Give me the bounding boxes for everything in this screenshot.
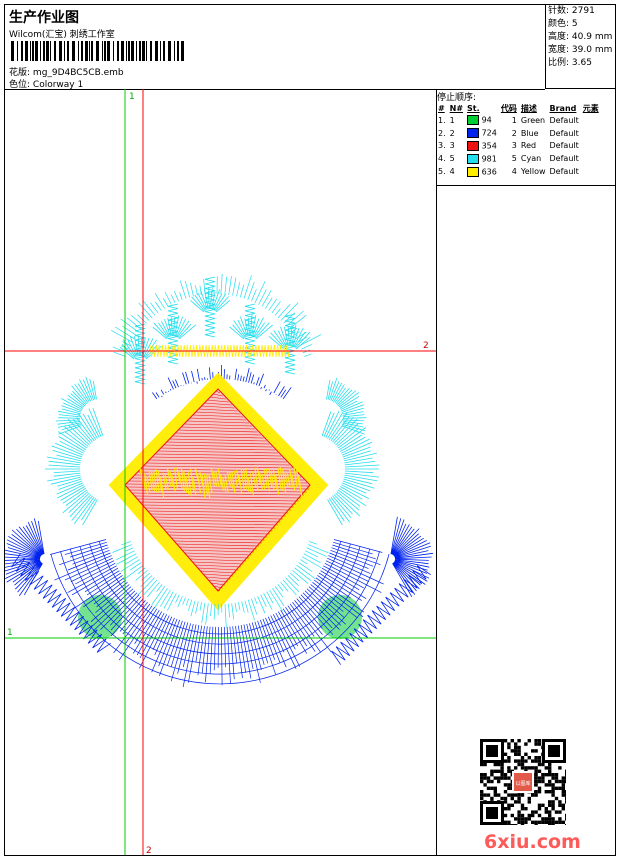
col-brand: Brand <box>549 103 577 113</box>
row-element <box>581 140 601 153</box>
color-row: 5. 4 636 4 Yellow Default <box>436 165 601 178</box>
cyan-right-curl <box>321 410 380 526</box>
col-num: # <box>438 103 445 113</box>
row-stitches: 636 <box>465 165 499 178</box>
color-table-header: # N# St. 代码 描述 Brand 元素 <box>436 102 601 114</box>
cyan-right-upper <box>326 377 367 435</box>
row-stitches: 354 <box>465 140 499 153</box>
qr-code: 以图库 <box>480 739 566 825</box>
green-right-shape <box>318 595 362 639</box>
stat-scale: 比例: 3.65 <box>548 58 592 68</box>
row-brand: Default <box>549 141 579 151</box>
guide-label-v2: 2 <box>146 846 152 855</box>
stat-colors: 颜色: 5 <box>548 19 578 29</box>
color-row: 3. 3 354 3 Red Default <box>436 140 601 153</box>
stat-stitches: 针数: 2791 <box>548 6 595 16</box>
row-code: 5 <box>511 154 517 164</box>
cyan-left-upper <box>55 376 97 435</box>
col-code: 代码 <box>500 103 517 113</box>
row-brand: Default <box>549 115 579 125</box>
color-swatch <box>467 140 480 151</box>
embroidery-design: 1 2 1 2 <box>5 89 436 855</box>
row-stitches: 981 <box>465 152 499 165</box>
page-title: 生产作业图 <box>9 10 79 26</box>
row-num: 4. <box>438 154 446 164</box>
header: 生产作业图 Wilcom(汇宝) 刺绣工作室 花版: mg_9D4BC5CB.e… <box>5 5 545 90</box>
row-code: 1 <box>511 115 517 125</box>
row-brand: Default <box>549 128 579 138</box>
color-swatch <box>467 166 480 177</box>
side-panel: 停止顺序: # N# St. 代码 描述 Brand 元素 1. 1 94 1 Gre… <box>436 89 615 855</box>
qr-stamp-text: 以图库 <box>515 780 530 787</box>
row-code: 2 <box>511 128 517 138</box>
row-num: 5. <box>438 167 446 177</box>
stat-height: 高度: 40.9 mm <box>548 32 613 42</box>
row-element <box>581 114 601 127</box>
row-element <box>581 127 601 140</box>
watermark-logo: 6xiu.com <box>484 831 581 853</box>
row-desc: Blue <box>520 128 539 138</box>
row-num: 2. <box>438 128 446 138</box>
row-needle: 3 <box>449 141 455 151</box>
col-desc: 描述 <box>520 103 537 113</box>
stop-sequence-panel: 停止顺序: # N# St. 代码 描述 Brand 元素 1. 1 94 1 Gre… <box>436 89 615 186</box>
color-swatch <box>467 128 480 139</box>
row-element <box>581 152 601 165</box>
row-desc: Red <box>520 141 537 151</box>
row-stitches: 94 <box>465 114 499 127</box>
cyan-left-curl <box>45 408 104 526</box>
row-desc: Cyan <box>520 154 542 164</box>
row-num: 1. <box>438 115 446 125</box>
worksheet-frame: 生产作业图 Wilcom(汇宝) 刺绣工作室 花版: mg_9D4BC5CB.e… <box>4 4 616 856</box>
col-element: 元素 <box>582 103 599 113</box>
stats-panel: 针数: 2791 颜色: 5 高度: 40.9 mm 宽度: 39.0 mm 比… <box>545 5 615 89</box>
design-canvas: 1 2 1 2 <box>5 89 437 855</box>
guide-label-h2: 2 <box>423 341 429 351</box>
guide-label-v1-top: 1 <box>129 92 135 102</box>
row-needle: 4 <box>449 167 455 177</box>
stat-width: 宽度: 39.0 mm <box>548 45 613 55</box>
guide-label-h1: 1 <box>7 628 13 638</box>
col-needle: N# <box>449 103 464 113</box>
row-code: 3 <box>511 141 517 151</box>
color-row: 4. 5 981 5 Cyan Default <box>436 152 601 165</box>
color-row: 1. 1 94 1 Green Default <box>436 114 601 127</box>
row-desc: Green <box>520 115 546 125</box>
color-swatch <box>467 153 480 164</box>
color-table: # N# St. 代码 描述 Brand 元素 1. 1 94 1 Green Defa… <box>436 102 601 178</box>
color-swatch <box>467 115 480 126</box>
row-code: 4 <box>511 167 517 177</box>
row-needle: 2 <box>449 128 455 138</box>
blue-left-wing <box>5 518 45 597</box>
row-num: 3. <box>438 141 446 151</box>
row-brand: Default <box>549 167 579 177</box>
row-brand: Default <box>549 154 579 164</box>
row-needle: 5 <box>449 154 455 164</box>
row-desc: Yellow <box>520 167 546 177</box>
page-subtitle: Wilcom(汇宝) 刺绣工作室 <box>9 30 115 40</box>
row-stitches: 724 <box>465 127 499 140</box>
barcode <box>11 41 187 61</box>
row-element <box>581 165 601 178</box>
col-stitches: St. <box>467 103 480 113</box>
color-row: 2. 2 724 2 Blue Default <box>436 127 601 140</box>
row-needle: 1 <box>449 115 455 125</box>
